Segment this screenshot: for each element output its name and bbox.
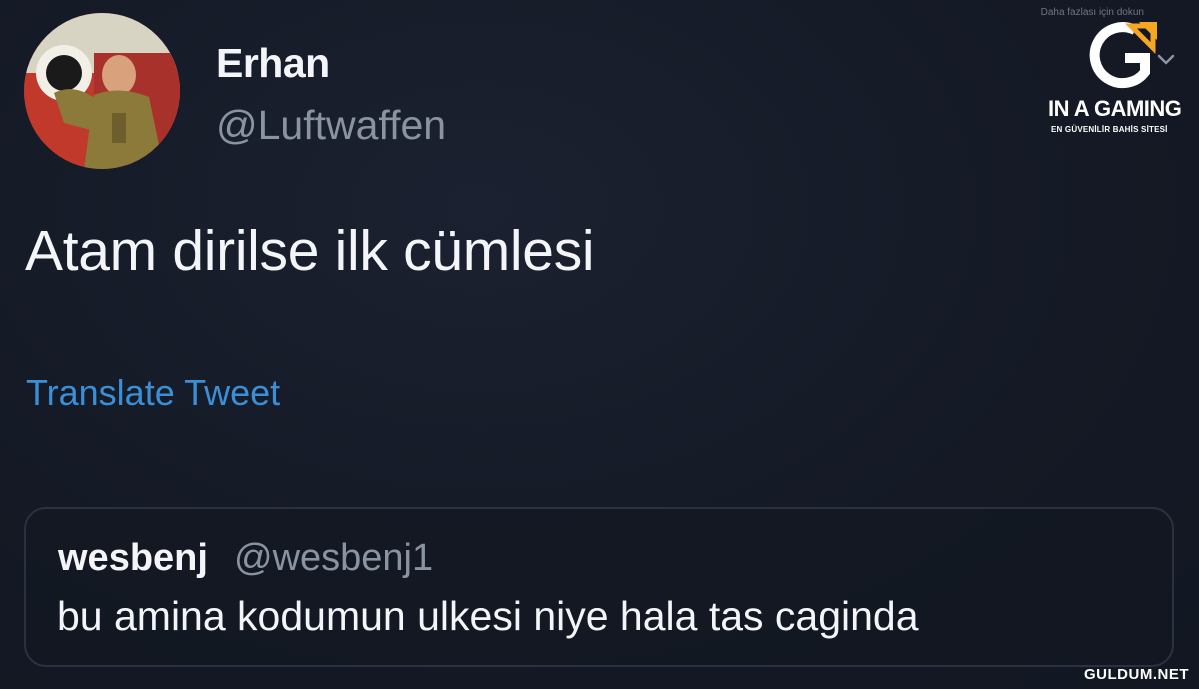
author-handle[interactable]: @Luftwaffen <box>216 102 446 149</box>
translate-tweet-link[interactable]: Translate Tweet <box>26 372 280 414</box>
quoted-tweet-text: bu amina kodumun ulkesi niye hala tas ca… <box>57 593 919 639</box>
author-display-name[interactable]: Erhan <box>216 40 330 87</box>
quoted-author-display-name: wesbenj <box>58 537 208 579</box>
ad-brand-name[interactable]: IN A GAMING <box>1048 96 1182 122</box>
chevron-down-icon[interactable] <box>1155 48 1177 70</box>
site-watermark: GULDUM.NET <box>1084 666 1189 683</box>
quoted-tweet-card[interactable]: wesbenj @wesbenj1 bu amina kodumun ulkes… <box>24 507 1174 667</box>
tweet-screenshot: Erhan @Luftwaffen Atam dirilse ilk cümle… <box>0 0 1199 689</box>
ad-tagline: EN GÜVENİLİR BAHİS SİTESİ <box>1051 125 1168 134</box>
avatar-image <box>24 13 180 169</box>
quoted-author-handle: @wesbenj1 <box>234 537 434 579</box>
tweet-text: Atam dirilse ilk cümlesi <box>25 219 595 283</box>
profile-avatar[interactable] <box>24 13 180 169</box>
ad-caption[interactable]: Daha fazlası için dokun <box>1041 7 1144 18</box>
